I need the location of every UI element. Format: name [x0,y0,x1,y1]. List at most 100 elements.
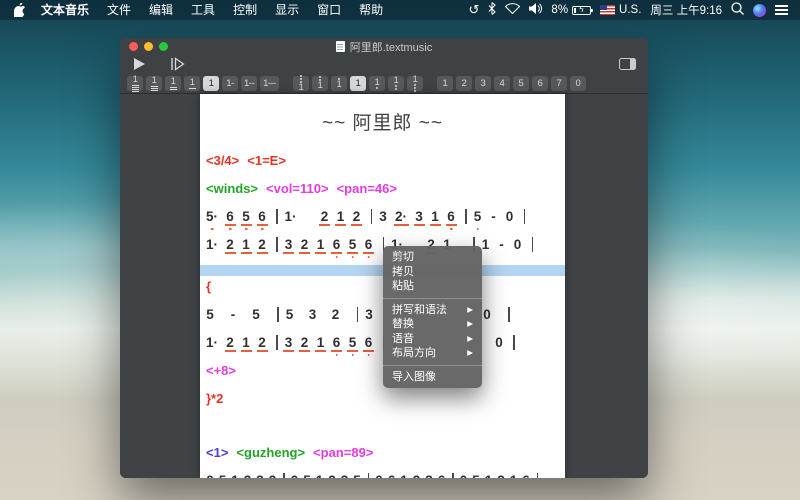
note-token: 3 [379,209,387,224]
note-quarter[interactable]: 1 [203,76,219,91]
menu-bar-item-4[interactable]: 控制 [224,3,266,17]
note-button-7[interactable]: 7 [551,76,567,91]
context-menu-item-layout-orientation[interactable]: 布局方向▶ [383,346,482,361]
minimize-button[interactable] [144,42,153,51]
note-token: 5 [219,473,227,478]
context-menu-item-copy[interactable]: 拷贝 [383,265,482,280]
context-menu-item-paste[interactable]: 粘贴 [383,279,482,294]
menu-bar-item-1[interactable]: 文件 [98,3,140,17]
close-button[interactable] [129,42,138,51]
note-button-5[interactable]: 5 [513,76,529,91]
note-token: 6 [258,209,266,224]
context-menu-item-cut[interactable]: 剪切 [383,250,482,265]
note-button-2[interactable]: 2 [456,76,472,91]
menu-bar-item-0[interactable]: 文本音乐 [32,3,98,17]
submenu-arrow-icon: ▶ [467,318,473,331]
note-16th[interactable]: 1 [165,76,181,91]
menu-separator [383,365,482,366]
bar-line-icon [452,473,454,478]
note-button-0[interactable]: 0 [570,76,586,91]
note-button-1[interactable]: 1 [437,76,453,91]
note-32nd[interactable]: 1 [146,76,162,91]
context-menu-item-import-image[interactable]: 导入图像 [383,370,482,385]
octave-middle[interactable]: 1 [350,76,366,91]
note-whole[interactable]: 1--- [260,76,279,91]
menu-bar: 文本音乐文件编辑工具控制显示窗口帮助 ↺ 8% ϟ U.S. 周三 上午9:16 [0,0,800,20]
note-token: - [229,307,237,322]
directive-tag: <pan=46> [337,181,397,196]
bar-line-icon [357,307,359,322]
note-button-label: 1 [375,78,380,87]
notification-center-icon[interactable] [775,5,788,15]
time-machine-icon[interactable]: ↺ [469,0,480,20]
note-token: 5 [472,473,480,478]
note-button-label: 1 [413,75,418,84]
bluetooth-icon[interactable] [488,2,496,18]
menu-bar-item-7[interactable]: 帮助 [350,3,392,17]
context-menu-item-speech[interactable]: 语音▶ [383,332,482,347]
octave-up-1[interactable]: 1 [331,76,347,91]
play-from-cursor-button[interactable] [169,57,185,71]
input-source-menu[interactable]: U.S. [600,4,641,16]
directive-line: }*2 [206,391,559,406]
note-button-label: 1 [190,78,195,87]
bar-line-icon [537,473,539,478]
window-controls [129,42,168,51]
music-line: 051232051235061236051216 [206,473,559,478]
note-token: 1 [485,473,493,478]
menu-bar-item-5[interactable]: 显示 [266,3,308,17]
octave-down-2[interactable]: 1 [388,76,404,91]
title-bar[interactable]: 阿里郎.textmusic [120,38,648,55]
battery-indicator[interactable]: 8% ϟ [551,4,591,16]
apple-menu-icon[interactable] [12,3,32,17]
sidebar-toggle-icon[interactable] [619,58,636,70]
menu-bar-item-2[interactable]: 编辑 [140,3,182,17]
note-token: 2 [258,237,266,252]
context-menu-item-substitutions[interactable]: 替换▶ [383,317,482,332]
note-token: 0 [483,307,491,322]
note-button-3[interactable]: 3 [475,76,491,91]
note-token: 1 [400,473,408,478]
note-8th[interactable]: 1 [184,76,200,91]
note-button-label: 1 [318,81,323,90]
volume-icon[interactable] [529,3,542,17]
octave-dots-below [395,85,397,90]
note-64th[interactable]: 1 [127,76,143,91]
note-token: 2 [332,307,340,322]
note-button-4[interactable]: 4 [494,76,510,91]
menu-bar-item-3[interactable]: 工具 [182,3,224,17]
note-token: 2 [226,237,234,252]
underline-marks [170,87,177,90]
play-button[interactable] [134,58,145,70]
note-button-label: 1-- [244,79,254,88]
directive-tag: <pan=89> [313,445,373,460]
wifi-icon[interactable] [505,3,520,17]
note-token: 1· [206,237,218,252]
note-button-6[interactable]: 6 [532,76,548,91]
octave-down-1[interactable]: 1 [369,76,385,91]
bar-line-icon [508,307,510,322]
note-half[interactable]: 1- [222,76,238,91]
menu-bar-item-6[interactable]: 窗口 [308,3,350,17]
note-token: 5 [242,209,250,224]
context-menu-item-spelling-and-grammar[interactable]: 拼写和语法▶ [383,303,482,318]
note-token: 1 [510,473,518,478]
octave-up-3[interactable]: 1 [293,76,309,91]
octave-up-2[interactable]: 1 [312,76,328,91]
directive-line: <winds><vol=110><pan=46> [206,181,559,196]
note-token: 5 [349,335,357,350]
note-token: 2 [301,335,309,350]
menu-bar-clock[interactable]: 周三 上午9:16 [650,2,722,18]
siri-icon[interactable] [753,4,766,17]
zoom-button[interactable] [159,42,168,51]
note-token: 1 [317,237,325,252]
note-dotted-half[interactable]: 1-- [241,76,257,91]
note-token: 3 [341,473,349,478]
octave-down-3[interactable]: 1 [407,76,423,91]
playback-toolbar [120,55,648,73]
underline-marks [151,86,158,91]
menu-item-label: 拼写和语法 [392,304,447,317]
duration-button-group: 111111-1--1--- [127,76,279,91]
spotlight-search-icon[interactable] [731,2,744,18]
note-token: 2 [269,473,277,478]
